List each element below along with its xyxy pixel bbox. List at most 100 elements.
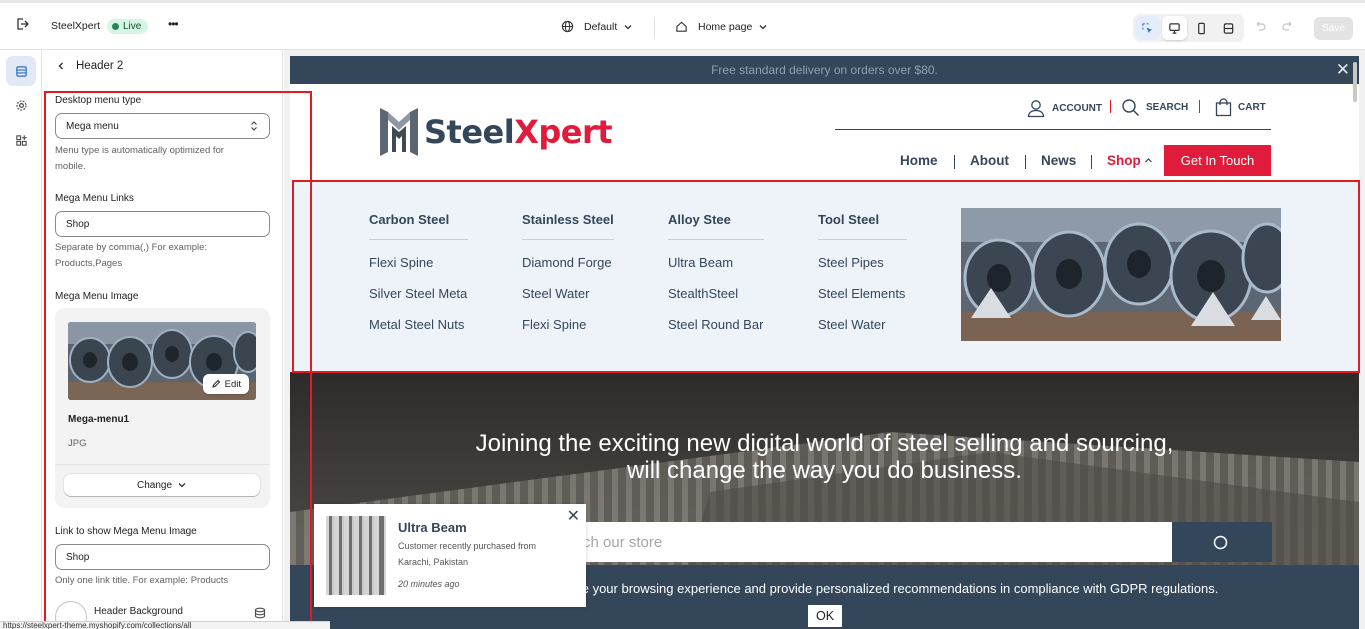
menu-type-select[interactable]: Mega menu — [55, 113, 270, 139]
theme-settings-button[interactable] — [6, 90, 36, 120]
mega-column: Alloy Stee Ultra Beam StealthSteel Steel… — [668, 212, 764, 333]
sections-button[interactable] — [6, 56, 36, 86]
editor-topbar: SteelXpert Live ••• Default Home page Sa — [0, 0, 1365, 50]
mega-link[interactable]: Flexi Spine — [522, 316, 614, 333]
image-picker-card: Edit Mega-menu1 JPG Change — [55, 308, 270, 508]
desktop-view-button[interactable] — [1162, 16, 1187, 40]
store-logo[interactable]: SteelXpert — [378, 104, 613, 160]
browser-status-bar: https://steelxpert-theme.myshopify.com/c… — [0, 621, 330, 629]
announcement-text: Free standard delivery on orders over $8… — [711, 63, 938, 77]
mega-column-title[interactable]: Carbon Steel — [369, 212, 468, 240]
account-link[interactable]: ACCOUNT — [1026, 98, 1102, 118]
theme-preview: Free standard delivery on orders over $8… — [284, 50, 1365, 629]
popup-close-icon[interactable]: ✕ — [567, 506, 580, 526]
user-icon — [1027, 100, 1045, 118]
divider — [954, 155, 955, 169]
popup-product-image — [326, 516, 386, 595]
mega-link[interactable]: Ultra Beam — [668, 254, 764, 271]
nav-shop[interactable]: Shop — [1107, 153, 1153, 168]
panel-header: Header 2 — [53, 60, 123, 72]
back-chevron-icon[interactable] — [56, 61, 66, 71]
search-link[interactable]: SEARCH — [1121, 98, 1188, 117]
mega-link[interactable]: Steel Water — [522, 285, 614, 302]
undo-button[interactable] — [1254, 20, 1266, 32]
mega-column-title[interactable]: Stainless Steel — [522, 212, 614, 240]
apps-button[interactable] — [6, 125, 36, 155]
show-image-input[interactable]: Shop — [55, 544, 270, 570]
undo-icon — [1256, 21, 1266, 31]
gdpr-ok-button[interactable]: OK — [808, 605, 842, 627]
mega-link[interactable]: Diamond Forge — [522, 254, 614, 271]
get-in-touch-button[interactable]: Get In Touch — [1164, 145, 1271, 176]
redo-button[interactable] — [1282, 20, 1294, 32]
nav-about[interactable]: About — [970, 153, 1009, 168]
mega-link[interactable]: Steel Pipes — [818, 254, 907, 271]
mega-link[interactable]: StealthSteel — [668, 285, 764, 302]
settings-panel: Header 2 Desktop menu type Mega menu Men… — [43, 50, 283, 629]
links-help: Separate by comma(,) For example: Produc… — [55, 242, 208, 269]
divider — [1091, 155, 1092, 169]
exit-button[interactable] — [15, 17, 29, 31]
cart-link[interactable]: CART — [1215, 98, 1266, 117]
show-image-help: Only one link title. For example: Produc… — [55, 575, 229, 586]
divider — [654, 18, 655, 38]
fullscreen-view-button[interactable] — [1216, 16, 1241, 40]
mega-menu-image[interactable] — [961, 208, 1281, 341]
mega-link[interactable]: Flexi Spine — [369, 254, 468, 271]
chevron-down-icon — [624, 24, 632, 29]
nav-news[interactable]: News — [1041, 153, 1076, 168]
store-name: SteelXpert — [51, 20, 101, 32]
links-label: Mega Menu Links — [55, 193, 134, 204]
theme-selector[interactable]: Default — [561, 20, 633, 33]
mega-column-title[interactable]: Alloy Stee — [668, 212, 764, 240]
links-input[interactable]: Shop — [55, 211, 270, 237]
change-image-button[interactable]: Change — [64, 474, 260, 496]
image-filetype: JPG — [68, 438, 87, 449]
mega-column: Stainless Steel Diamond Forge Steel Wate… — [522, 212, 614, 333]
mega-link[interactable]: Steel Water — [818, 316, 907, 333]
mega-link[interactable]: Steel Elements — [818, 285, 907, 302]
popup-product-name[interactable]: Ultra Beam — [398, 520, 467, 535]
more-actions-button[interactable]: ••• — [168, 17, 179, 31]
mobile-view-button[interactable] — [1189, 16, 1214, 40]
divider — [1025, 155, 1026, 169]
page-selector[interactable]: Home page — [675, 20, 768, 33]
hero-search-button[interactable] — [1172, 522, 1272, 562]
mega-column-title[interactable]: Tool Steel — [818, 212, 907, 240]
mega-link[interactable]: Silver Steel Meta — [369, 285, 468, 302]
search-label: SEARCH — [1146, 102, 1189, 113]
inspector-toggle[interactable] — [1135, 16, 1160, 40]
select-arrows-icon — [251, 121, 257, 131]
mega-menu: Carbon Steel Flexi Spine Silver Steel Me… — [290, 180, 1359, 372]
divider — [55, 464, 270, 465]
nav-home[interactable]: Home — [900, 153, 938, 168]
database-icon[interactable] — [254, 607, 266, 619]
chevron-down-icon — [759, 24, 767, 29]
live-dot-icon — [112, 23, 119, 30]
panel-title: Header 2 — [76, 60, 124, 72]
recent-purchase-popup: Ultra Beam Customer recently purchased f… — [314, 504, 586, 607]
preview-scrollbar[interactable] — [1353, 62, 1357, 102]
mega-link[interactable]: Metal Steel Nuts — [369, 316, 468, 333]
page-selector-label: Home page — [698, 20, 753, 33]
edit-image-button[interactable]: Edit — [202, 374, 249, 394]
show-image-input-value: Shop — [66, 551, 90, 563]
hero-search-placeholder: rch our store — [578, 533, 663, 551]
announcement-close-icon[interactable]: ✕ — [1336, 61, 1350, 78]
gdpr-text: nce your browsing experience and provide… — [568, 581, 1219, 596]
popup-location: Karachi, Pakistan — [398, 557, 469, 567]
search-icon — [1122, 99, 1140, 117]
mega-link[interactable]: Steel Round Bar — [668, 316, 764, 333]
device-toggle-group — [1133, 14, 1244, 42]
search-icon — [1213, 535, 1228, 550]
mobile-icon — [1198, 22, 1205, 34]
chevron-up-icon — [1144, 158, 1152, 163]
save-button[interactable]: Save — [1314, 17, 1353, 40]
announcement-bar: Free standard delivery on orders over $8… — [290, 56, 1359, 84]
hero-search-input[interactable]: rch our store — [578, 522, 1172, 562]
mega-column: Tool Steel Steel Pipes Steel Elements St… — [818, 212, 907, 333]
menu-type-label: Desktop menu type — [55, 95, 142, 106]
divider — [1199, 100, 1200, 113]
hero-heading-line-2: will change the way you do business. — [627, 457, 1022, 484]
popup-message: Customer recently purchased from — [398, 541, 537, 551]
